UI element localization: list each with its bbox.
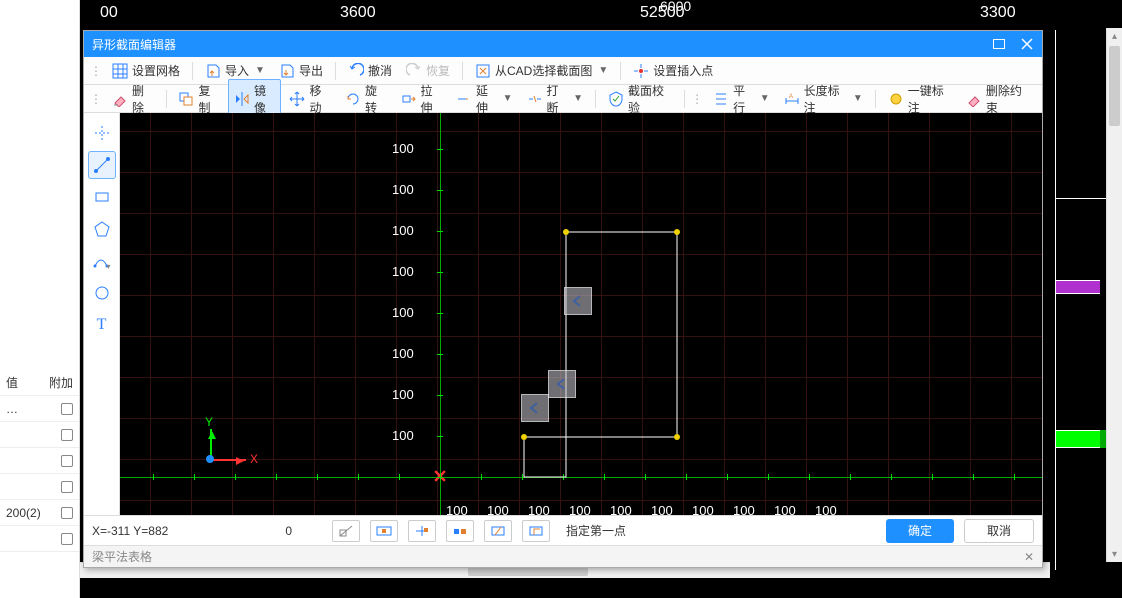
- axis-gizmo: X Y: [200, 419, 260, 479]
- checkbox[interactable]: [61, 507, 73, 519]
- toolbar-2: ⋮ 删除 复制 镜像 移动 旋转: [84, 85, 1042, 113]
- maximize-button[interactable]: [992, 37, 1006, 51]
- cell: 200(2): [6, 506, 41, 520]
- ok-button[interactable]: 确定: [886, 519, 954, 543]
- snap-mid[interactable]: [370, 520, 398, 542]
- section-editor-dialog: 异形截面编辑器 ⋮ 设置网格 导入▼: [83, 30, 1043, 568]
- tool-line[interactable]: [88, 151, 116, 179]
- status-bar: X=-311 Y=882 0 指定第一点 确定 取消: [84, 515, 1042, 545]
- status-value: 0: [242, 524, 292, 538]
- coordinates: X=-311 Y=882: [92, 524, 232, 538]
- svg-text:A: A: [789, 94, 793, 100]
- bg-ruler: 00 3600 52500 6000 3300: [80, 0, 1050, 28]
- checkbox[interactable]: [61, 429, 73, 441]
- checkbox[interactable]: [61, 455, 73, 467]
- tool-circle[interactable]: [88, 279, 116, 307]
- undo-icon: [348, 63, 364, 79]
- col-header: 值: [6, 374, 18, 391]
- chevron-down-icon: ▼: [255, 65, 265, 76]
- dialog-title: 异形截面编辑器: [92, 36, 176, 53]
- editor-canvas[interactable]: ✕ 100100100100100100100100100 1001001001…: [120, 113, 1042, 515]
- chevron-down-icon: ▼: [853, 93, 863, 104]
- titlebar[interactable]: 异形截面编辑器: [84, 31, 1042, 57]
- cell: …: [6, 402, 18, 416]
- shield-icon: [608, 91, 624, 107]
- chevron-down-icon: ▼: [503, 93, 513, 104]
- arrow-marker[interactable]: [548, 370, 576, 398]
- status-hint: 指定第一点: [566, 522, 626, 539]
- chevron-down-icon: ▼: [598, 65, 608, 76]
- tool-arc[interactable]: ▾: [88, 247, 116, 275]
- checkbox[interactable]: [61, 403, 73, 415]
- snap-center[interactable]: [408, 520, 436, 542]
- col-header: 附加: [49, 374, 73, 391]
- vertex[interactable]: [563, 229, 569, 235]
- chevron-down-icon: ▼: [760, 93, 770, 104]
- snap-node[interactable]: [446, 520, 474, 542]
- move-icon: [289, 91, 305, 107]
- tool-polygon[interactable]: [88, 215, 116, 243]
- checkbox[interactable]: [61, 533, 73, 545]
- eraser-icon: [112, 91, 128, 107]
- chevron-down-icon: ▼: [573, 93, 583, 104]
- checkbox[interactable]: [61, 481, 73, 493]
- beam-table-panel-header[interactable]: 梁平法表格 ✕: [84, 545, 1042, 567]
- tool-rect[interactable]: [88, 183, 116, 211]
- gear-icon[interactable]: ✕: [1024, 550, 1034, 564]
- bg-scrollbar[interactable]: ▴ ▾: [1106, 28, 1122, 562]
- vertex[interactable]: [674, 229, 680, 235]
- snap-intersect[interactable]: [484, 520, 512, 542]
- snap-endpoint[interactable]: [332, 520, 360, 542]
- redo-icon: [406, 63, 422, 79]
- tool-palette: ▾ T: [84, 113, 120, 515]
- bg-line: [1055, 30, 1056, 570]
- side-panel: 值 附加 … 200(2): [0, 0, 80, 598]
- arrow-marker[interactable]: [521, 394, 549, 422]
- vertex[interactable]: [521, 434, 527, 440]
- vertex[interactable]: [674, 434, 680, 440]
- cancel-button[interactable]: 取消: [964, 519, 1034, 543]
- tool-point[interactable]: [88, 119, 116, 147]
- close-button[interactable]: [1020, 37, 1034, 51]
- arrow-marker[interactable]: [564, 287, 592, 315]
- snap-perp[interactable]: [522, 520, 550, 542]
- tool-text[interactable]: T: [88, 311, 116, 339]
